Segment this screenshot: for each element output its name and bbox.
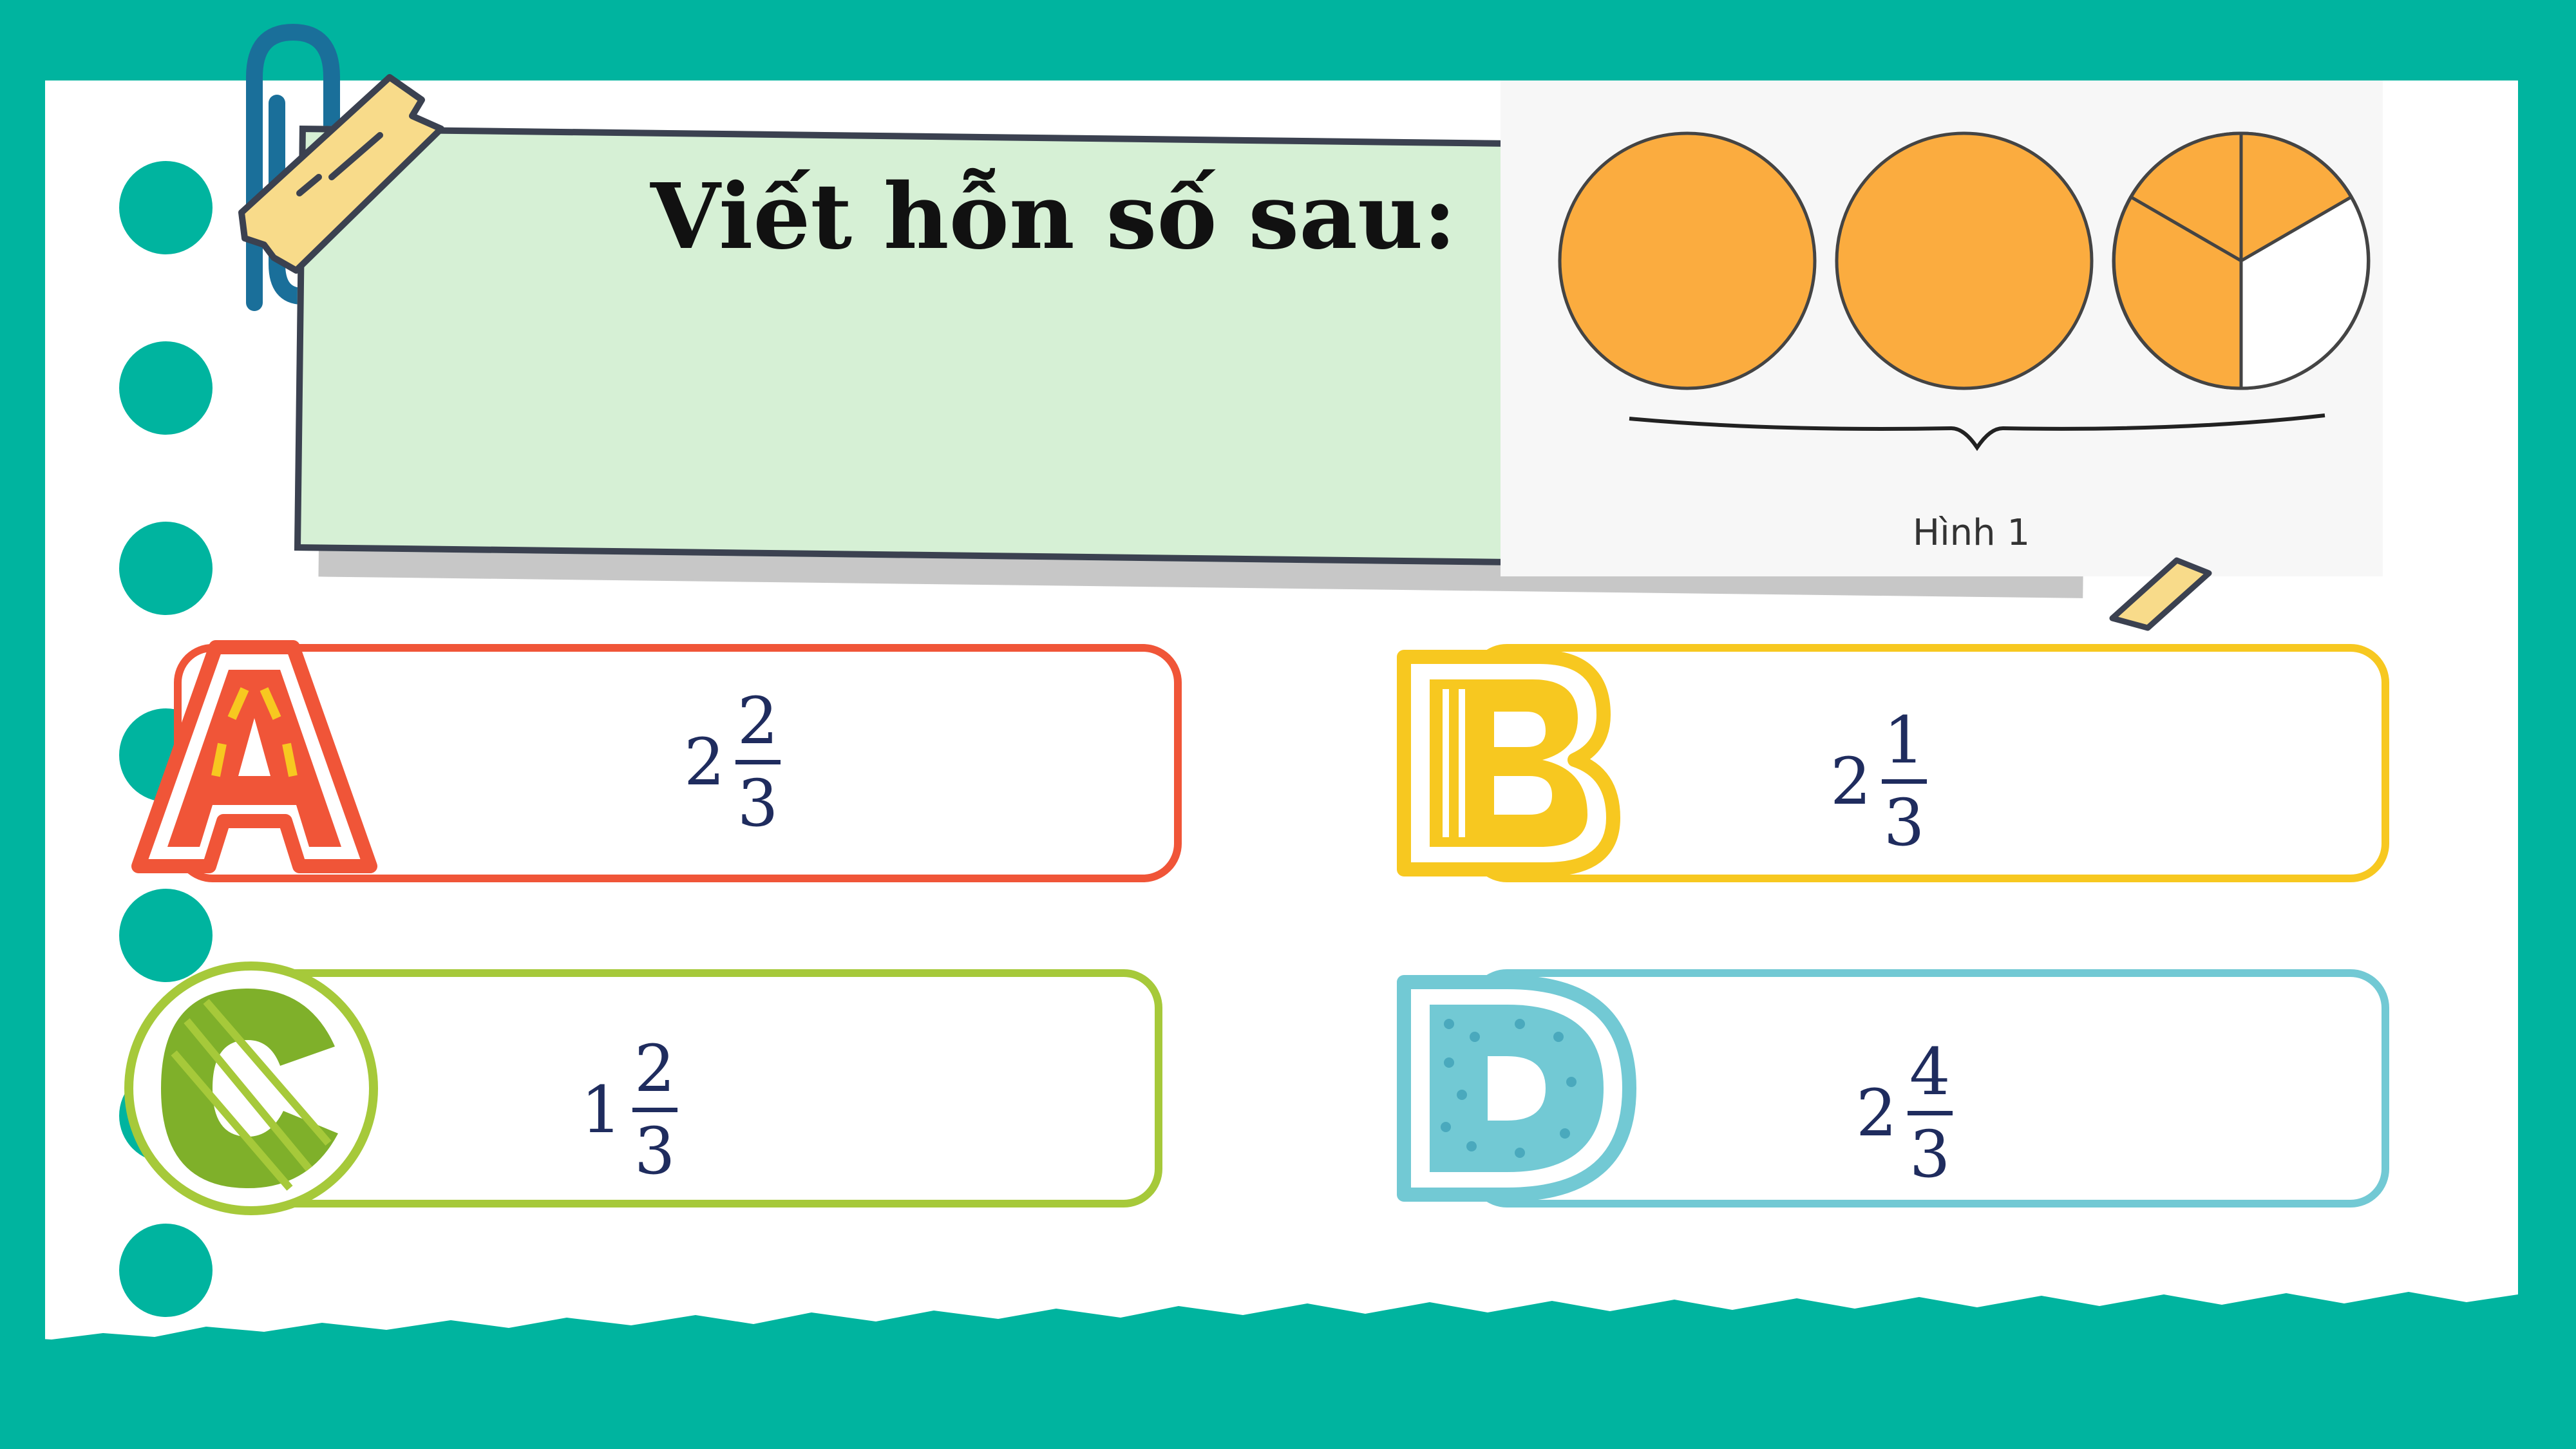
circles-illustration <box>1558 131 2371 451</box>
torn-paper-edge <box>0 1288 2576 1449</box>
option-a-whole: 2 <box>684 724 725 800</box>
fraction-bar <box>1907 1111 1953 1115</box>
binder-hole <box>119 1224 213 1317</box>
binder-hole <box>119 522 213 615</box>
whole-circle-1 <box>1558 131 1817 390</box>
option-c-fraction: 2 3 <box>632 1035 677 1185</box>
brace-icon <box>1629 413 2325 451</box>
option-d-whole: 2 <box>1856 1075 1897 1151</box>
letter-a-icon <box>131 640 377 873</box>
fraction-bar <box>1881 779 1927 784</box>
option-a-answer: 2 2 3 <box>684 687 781 837</box>
option-a-numerator: 2 <box>737 683 779 759</box>
whole-circle-2 <box>1835 131 2094 390</box>
fraction-figure: Hình 1 <box>1501 80 2383 576</box>
option-b-fraction: 1 3 <box>1881 703 1927 860</box>
binder-hole <box>119 341 213 435</box>
option-b-denominator: 3 <box>1883 785 1925 860</box>
binder-hole <box>119 161 213 254</box>
option-b-whole: 2 <box>1830 744 1871 819</box>
masking-tape-icon <box>238 74 444 274</box>
option-c-denominator: 3 <box>634 1113 676 1189</box>
option-d-fraction: 4 3 <box>1907 1034 1953 1192</box>
option-b-answer: 2 1 3 <box>1830 706 1927 857</box>
option-a-denominator: 3 <box>737 766 779 841</box>
letter-b-icon <box>1397 650 1620 876</box>
letter-c-icon <box>124 961 378 1215</box>
partial-circle <box>2112 131 2371 390</box>
question-title: Viết hỗn số sau: <box>650 164 1457 270</box>
option-c-answer: 1 2 3 <box>581 1035 677 1185</box>
option-c-whole: 1 <box>581 1072 622 1148</box>
option-d-answer: 2 4 3 <box>1856 1038 1953 1188</box>
figure-caption: Hình 1 <box>1913 512 2031 554</box>
option-a-fraction: 2 3 <box>735 687 781 837</box>
masking-tape-icon <box>2109 557 2212 631</box>
option-b-numerator: 1 <box>1883 703 1925 778</box>
option-c-numerator: 2 <box>634 1031 676 1106</box>
option-d-numerator: 4 <box>1909 1034 1951 1110</box>
option-d-denominator: 3 <box>1909 1117 1951 1192</box>
fraction-bar <box>632 1108 677 1112</box>
fraction-bar <box>735 760 781 764</box>
letter-d-icon <box>1397 975 1636 1202</box>
